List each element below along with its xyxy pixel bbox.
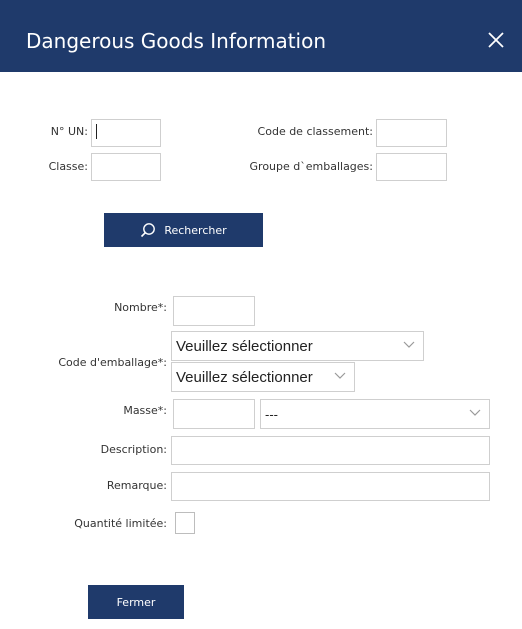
- class-label: Classe:: [48, 160, 88, 173]
- text-caret: [96, 124, 97, 139]
- packing-group-input[interactable]: [376, 153, 447, 181]
- mass-input[interactable]: [173, 399, 255, 429]
- chevron-down-icon: [469, 409, 481, 416]
- un-number-label: N° UN:: [50, 125, 88, 138]
- number-input[interactable]: [173, 296, 255, 326]
- un-number-input[interactable]: [91, 119, 161, 147]
- remark-label: Remarque:: [106, 479, 167, 492]
- mass-unit-select-value: ---: [265, 406, 278, 422]
- chevron-down-icon: [403, 341, 415, 348]
- search-button-label: Rechercher: [164, 223, 227, 237]
- close-button-label: Fermer: [116, 595, 156, 609]
- packaging-code-select-1-value: Veuillez sélectionner: [176, 337, 313, 355]
- search-icon: [141, 223, 156, 238]
- limited-quantity-checkbox[interactable]: [175, 512, 195, 534]
- close-icon[interactable]: [484, 28, 508, 52]
- dialog-title: Dangerous Goods Information: [26, 29, 327, 53]
- description-label: Description:: [100, 443, 167, 456]
- packaging-code-select-1[interactable]: Veuillez sélectionner: [171, 331, 424, 361]
- mass-label: Masse*:: [123, 404, 167, 417]
- remark-input[interactable]: [171, 472, 490, 501]
- number-label: Nombre*:: [114, 301, 167, 314]
- chevron-down-icon: [334, 372, 346, 379]
- packing-group-label: Groupe d`emballages:: [249, 160, 373, 173]
- search-button[interactable]: Rechercher: [104, 213, 263, 247]
- classification-code-label: Code de classement:: [257, 125, 373, 138]
- description-input[interactable]: [171, 436, 490, 465]
- packaging-code-select-2-value: Veuillez sélectionner: [176, 368, 313, 386]
- close-button[interactable]: Fermer: [88, 585, 184, 619]
- packaging-code-select-2[interactable]: Veuillez sélectionner: [171, 362, 355, 392]
- classification-code-input[interactable]: [376, 119, 447, 147]
- packaging-code-label: Code d'emballage*:: [58, 356, 167, 369]
- mass-unit-select[interactable]: ---: [260, 399, 490, 429]
- limited-quantity-label: Quantité limitée:: [74, 517, 167, 530]
- class-input[interactable]: [91, 153, 161, 181]
